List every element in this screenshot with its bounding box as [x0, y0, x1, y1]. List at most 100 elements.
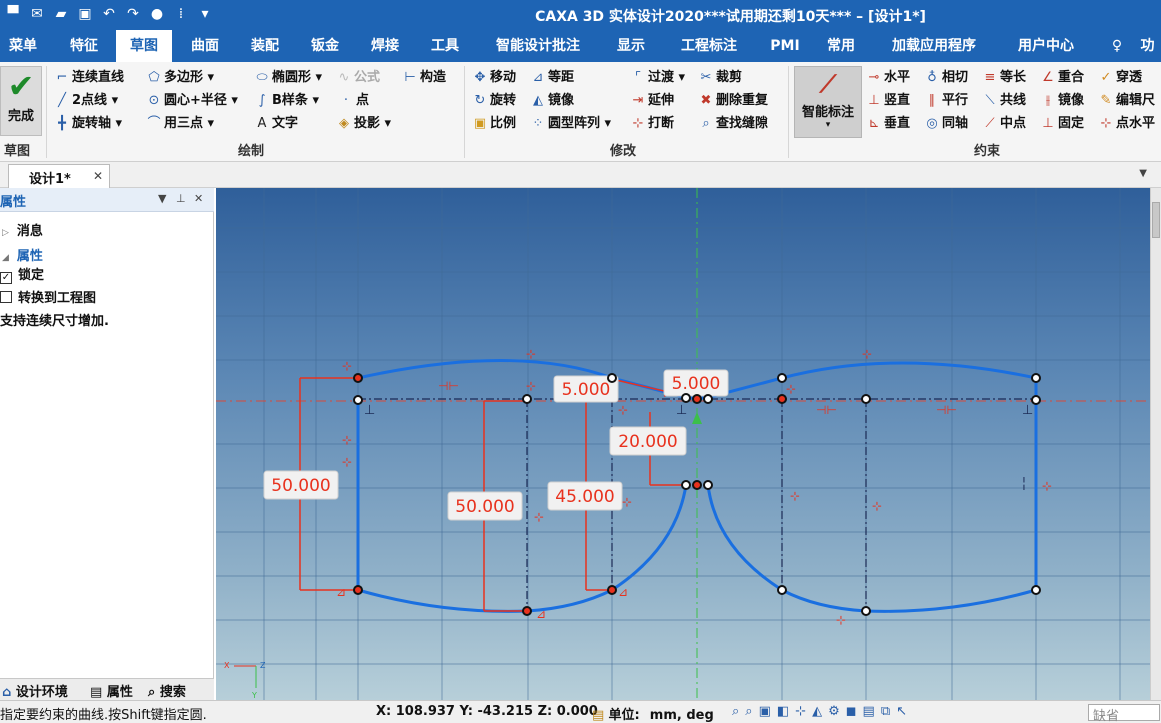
delete-duplicate-button[interactable]: ✖ 删除重复 — [698, 91, 768, 111]
mirror-constraint-button[interactable]: ⫲ 镜像 — [1040, 91, 1084, 111]
tab-feature[interactable]: 特征 — [58, 30, 110, 62]
to-drawing-checkbox[interactable] — [0, 291, 12, 303]
dimension-label[interactable]: 50.000 — [271, 476, 330, 496]
three-point-arc-button[interactable]: ⌒ 用三点 ▾ — [146, 114, 214, 134]
construct-button[interactable]: ⊢ 构造 — [402, 68, 446, 88]
smart-dimension-button[interactable]: ⟋ 智能标注 ▾ — [794, 66, 862, 138]
pin-icon[interactable]: ⊥ — [176, 192, 186, 205]
formula-button[interactable]: ∿ 公式 — [336, 68, 380, 88]
equal-icon: ≡ — [984, 70, 996, 85]
vertical-constraint-button[interactable]: ⊥ 竖直 — [866, 91, 910, 111]
tab-menu[interactable]: 菜单 — [0, 30, 46, 62]
svg-text:⊣⊢: ⊣⊢ — [816, 403, 837, 417]
vertical-scrollbar[interactable] — [1150, 188, 1161, 700]
to-drawing-checkbox-row[interactable]: 转换到工程图 — [0, 287, 96, 306]
tab-design-environment[interactable]: ⌂ 设计环境 — [2, 681, 68, 700]
close-panel-icon[interactable]: ✕ — [194, 192, 203, 205]
concentric-constraint-button[interactable]: ◎ 同轴 — [924, 114, 968, 134]
point-button[interactable]: · 点 — [338, 91, 369, 111]
extend-button[interactable]: ⇥ 延伸 — [630, 91, 674, 111]
tab-sketch[interactable]: 草图 — [116, 30, 172, 62]
tab-smart-annotation[interactable]: 智能设计批注 — [482, 30, 594, 62]
rotate-button[interactable]: ↻ 旋转 — [472, 91, 516, 111]
mode-select[interactable]: 缺省 — [1088, 704, 1160, 723]
edit-dimension-button[interactable]: ✎ 编辑尺 — [1098, 91, 1155, 111]
sketch-canvas[interactable]: 50.000 50.000 45.000 5.000 5.000 20.000 — [216, 188, 1150, 700]
tab-sheetmetal[interactable]: 钣金 — [300, 30, 350, 62]
scrollbar-thumb[interactable] — [1152, 202, 1160, 238]
text-button[interactable]: A 文字 — [254, 114, 298, 134]
zoom-window-icon: ⌕ — [745, 704, 759, 719]
tab-load-apps[interactable]: 加载应用程序 — [878, 30, 990, 62]
arc-icon: ⌒ — [147, 116, 161, 131]
two-point-line-button[interactable]: ╱ 2点线 ▾ — [54, 91, 118, 111]
tab-surface[interactable]: 曲面 — [180, 30, 230, 62]
tab-weld[interactable]: 焊接 — [360, 30, 410, 62]
circle-button[interactable]: ⊙ 圆心+半径 ▾ — [146, 91, 238, 111]
coincident-constraint-button[interactable]: ∠ 重合 — [1040, 68, 1084, 88]
scale-button[interactable]: ▣ 比例 — [472, 114, 516, 134]
lock-checkbox-row[interactable]: ✓ 锁定 — [0, 264, 44, 284]
panel-header: 属性 ▼ ⊥ ✕ — [0, 188, 214, 212]
circular-array-button[interactable]: ⁘ 圆型阵列 ▾ — [530, 114, 612, 134]
find-gap-button[interactable]: ⌕ 查找缝隙 — [698, 114, 768, 134]
edit-dimension-icon: ✎ — [1100, 93, 1112, 108]
tangent-constraint-button[interactable]: ♁ 相切 — [924, 68, 968, 88]
midpoint-constraint-button[interactable]: ⟋ 中点 — [982, 114, 1026, 134]
svg-text:⊣⊢: ⊣⊢ — [438, 379, 459, 393]
bulb-icon[interactable]: ♀ — [1110, 30, 1124, 62]
dimension-label[interactable]: 20.000 — [618, 432, 677, 452]
status-coordinates: X: 108.937 Y: -43.215 Z: 0.000 — [376, 704, 598, 719]
tab-list-dropdown-icon[interactable]: ▼ — [1139, 168, 1147, 179]
dimension-label[interactable]: 5.000 — [672, 374, 721, 394]
parallel-constraint-button[interactable]: ∥ 平行 — [924, 91, 968, 111]
tab-common[interactable]: 常用 — [818, 30, 864, 62]
tab-pmi[interactable]: PMI — [760, 30, 810, 62]
document-tab[interactable]: 设计1* ✕ — [8, 164, 110, 188]
tab-tools[interactable]: 工具 — [420, 30, 470, 62]
svg-text:Z: Z — [260, 661, 266, 670]
panel-menu-icon[interactable]: ▼ — [158, 192, 166, 205]
tab-assembly[interactable]: 装配 — [240, 30, 290, 62]
close-tab-icon[interactable]: ✕ — [93, 169, 103, 183]
rotate-axis-button[interactable]: ╋ 旋转轴 ▾ — [54, 114, 122, 134]
dimension-label[interactable]: 5.000 — [562, 380, 611, 400]
print-icon: ▤ — [862, 704, 881, 719]
tab-display[interactable]: 显示 — [606, 30, 656, 62]
line-button[interactable]: ⌐ 连续直线 — [54, 68, 124, 88]
mirror-button[interactable]: ◭ 镜像 — [530, 91, 574, 111]
tab-search[interactable]: ⌕ 搜索 — [148, 681, 186, 700]
fillet-button[interactable]: ⌜ 过渡 ▾ — [630, 68, 685, 88]
ellipse-button[interactable]: ⬭ 椭圆形 ▾ — [254, 68, 322, 88]
polygon-icon: ⬠ — [148, 70, 160, 85]
parallel-icon: ∥ — [928, 93, 936, 108]
project-button[interactable]: ◈ 投影 ▾ — [336, 114, 391, 134]
horizontal-constraint-button[interactable]: ⊸ 水平 — [866, 68, 910, 88]
svg-text:⊹: ⊹ — [1042, 479, 1052, 493]
pierce-constraint-button[interactable]: ✓ 穿透 — [1098, 68, 1142, 88]
finish-sketch-button[interactable]: ✔ 完成 — [0, 66, 42, 136]
tab-properties[interactable]: ▤ 属性 — [90, 681, 133, 700]
view-tools-strip[interactable]: ⌕⌕▣◧⊹◭⚙◼▤⧉↖ — [732, 704, 913, 719]
tab-user-center[interactable]: 用户中心 — [1006, 30, 1086, 62]
equal-constraint-button[interactable]: ≡ 等长 — [982, 68, 1026, 88]
collinear-constraint-button[interactable]: ⟍ 共线 — [982, 91, 1026, 111]
tab-function-truncated[interactable]: 功 — [1134, 30, 1161, 62]
polygon-button[interactable]: ⬠ 多边形 ▾ — [146, 68, 214, 88]
break-button[interactable]: ⊹ 打断 — [630, 114, 674, 134]
units-indicator[interactable]: ▤ 单位: mm, deg — [592, 704, 714, 723]
offset-button[interactable]: ⊿ 等距 — [530, 68, 574, 88]
dimension-label[interactable]: 45.000 — [555, 487, 614, 507]
perpendicular-constraint-button[interactable]: ⊾ 垂直 — [866, 114, 910, 134]
point-horizontal-button[interactable]: ⊹ 点水平 — [1098, 114, 1155, 134]
fixed-constraint-button[interactable]: ⊥ 固定 — [1040, 114, 1084, 134]
bspline-button[interactable]: ∫ B样条 ▾ — [254, 91, 319, 111]
dimension-label[interactable]: 50.000 — [455, 497, 514, 517]
trim-button[interactable]: ✂ 裁剪 — [698, 68, 742, 88]
lock-checkbox[interactable]: ✓ — [0, 272, 12, 284]
move-button[interactable]: ✥ 移动 — [472, 68, 516, 88]
tab-drawing-annotation[interactable]: 工程标注 — [668, 30, 750, 62]
messages-section[interactable]: ▷ 消息 — [0, 220, 43, 239]
properties-section[interactable]: ◢ 属性 — [0, 245, 43, 264]
construct-icon: ⊢ — [404, 70, 416, 85]
